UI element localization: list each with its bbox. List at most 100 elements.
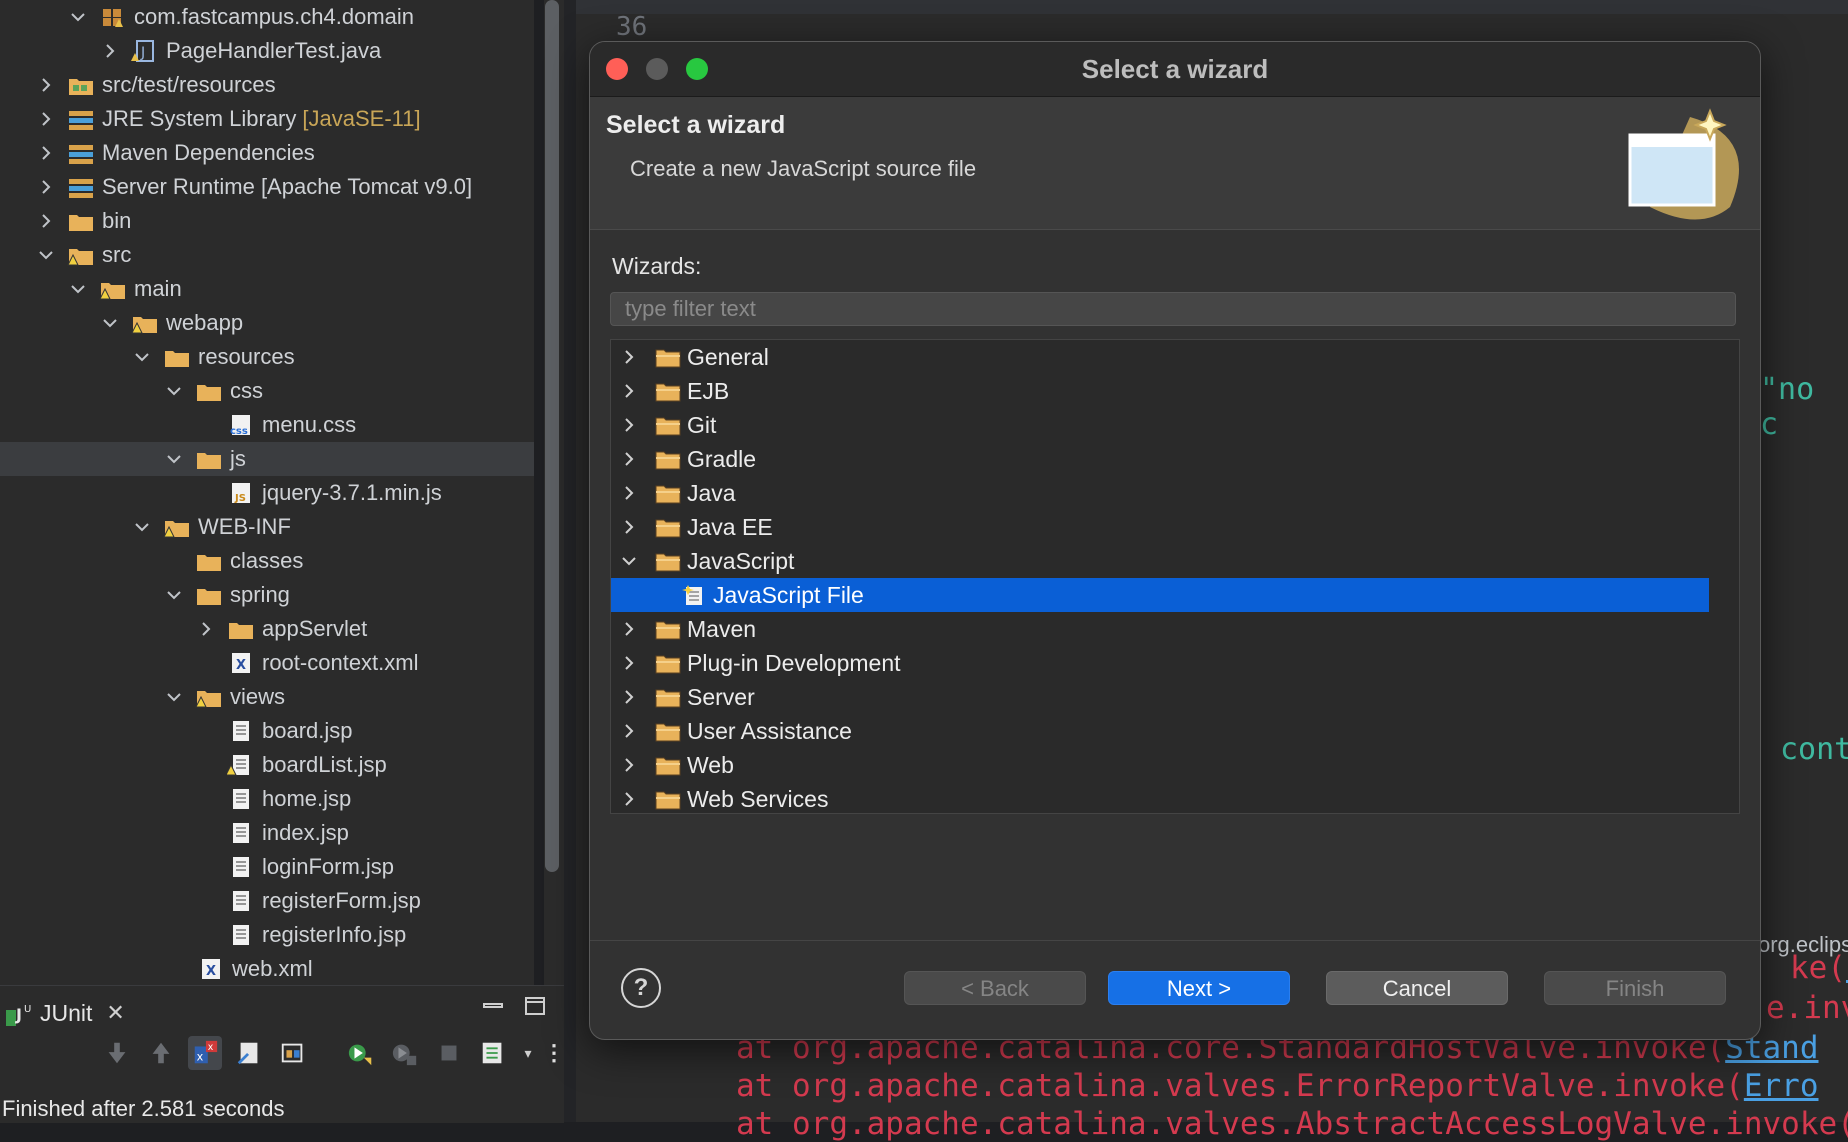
chevron-right-icon[interactable] bbox=[619, 687, 639, 707]
tree-item-library[interactable]: Maven Dependencies bbox=[0, 136, 534, 170]
close-icon[interactable]: ✕ bbox=[106, 1000, 124, 1026]
tab-junit[interactable]: JU JUnit ✕ bbox=[0, 994, 125, 1032]
history-icon[interactable] bbox=[476, 1036, 510, 1070]
chevron-down-icon[interactable] bbox=[36, 245, 56, 265]
wizard-category[interactable]: Plug-in Development bbox=[611, 646, 1709, 680]
chevron-down-icon[interactable] bbox=[164, 381, 184, 401]
previous-failure-icon[interactable] bbox=[144, 1036, 178, 1070]
tree-item-folder-selected[interactable]: js bbox=[0, 442, 534, 476]
chevron-right-icon[interactable] bbox=[619, 721, 639, 741]
tree-item-folder[interactable]: appServlet bbox=[0, 612, 534, 646]
minimize-icon[interactable] bbox=[482, 996, 504, 1016]
scroll-lock-icon[interactable] bbox=[232, 1036, 266, 1070]
tree-item-file[interactable]: JS jquery-3.7.1.min.js bbox=[0, 476, 534, 510]
tree-item-folder[interactable]: bin bbox=[0, 204, 534, 238]
chevron-right-icon[interactable] bbox=[196, 619, 216, 639]
tree-item-file[interactable]: registerInfo.jsp bbox=[0, 918, 534, 952]
chevron-down-icon[interactable] bbox=[164, 585, 184, 605]
tree-item-library[interactable]: Server Runtime [Apache Tomcat v9.0] bbox=[0, 170, 534, 204]
chevron-down-icon[interactable] bbox=[164, 449, 184, 469]
wizard-category[interactable]: User Assistance bbox=[611, 714, 1709, 748]
wizard-category[interactable]: Gradle bbox=[611, 442, 1709, 476]
tree-item-label: PageHandlerTest.java bbox=[166, 38, 382, 63]
wizard-category[interactable]: Web Services bbox=[611, 782, 1709, 813]
layout-icon[interactable] bbox=[276, 1036, 310, 1070]
console-link[interactable]: Erro bbox=[1744, 1068, 1819, 1104]
tree-item-file[interactable]: boardList.jsp bbox=[0, 748, 534, 782]
rerun-failed-icon[interactable] bbox=[388, 1036, 422, 1070]
chevron-right-icon[interactable] bbox=[619, 483, 639, 503]
chevron-down-icon[interactable] bbox=[100, 313, 120, 333]
chevron-down-icon[interactable] bbox=[68, 7, 88, 27]
rerun-icon[interactable] bbox=[344, 1036, 378, 1070]
tree-item-file[interactable]: registerForm.jsp bbox=[0, 884, 534, 918]
wizard-category[interactable]: Maven bbox=[611, 612, 1709, 646]
tree-item-folder[interactable]: classes bbox=[0, 544, 534, 578]
wizard-category[interactable]: Java EE bbox=[611, 510, 1709, 544]
explorer-scrollbar-thumb[interactable] bbox=[545, 0, 559, 872]
wizard-item-javascript-file[interactable]: JavaScript File bbox=[611, 578, 1709, 612]
tree-item-folder[interactable]: views bbox=[0, 680, 534, 714]
chevron-down-icon[interactable] bbox=[68, 279, 88, 299]
wizard-tree-scrollbar[interactable] bbox=[1739, 348, 1740, 746]
tree-item-folder[interactable]: src bbox=[0, 238, 534, 272]
history-dropdown-icon[interactable]: ▾ bbox=[520, 1036, 536, 1070]
chevron-down-icon[interactable] bbox=[164, 687, 184, 707]
chevron-down-icon[interactable] bbox=[619, 551, 639, 571]
tree-item-file[interactable]: index.jsp bbox=[0, 816, 534, 850]
chevron-right-icon[interactable] bbox=[619, 347, 639, 367]
chevron-right-icon[interactable] bbox=[619, 619, 639, 639]
tree-item-source-folder[interactable]: src/test/resources bbox=[0, 68, 534, 102]
chevron-right-icon[interactable] bbox=[36, 109, 56, 129]
chevron-right-icon[interactable] bbox=[100, 41, 120, 61]
tree-item-file[interactable]: X web.xml bbox=[0, 952, 534, 985]
wizard-category[interactable]: EJB bbox=[611, 374, 1709, 408]
next-failure-icon[interactable] bbox=[100, 1036, 134, 1070]
chevron-right-icon[interactable] bbox=[619, 415, 639, 435]
chevron-right-icon[interactable] bbox=[619, 517, 639, 537]
tree-item-folder[interactable]: spring bbox=[0, 578, 534, 612]
wizard-filter-input[interactable] bbox=[610, 292, 1736, 326]
tree-item-library[interactable]: JRE System Library [JavaSE-11] bbox=[0, 102, 534, 136]
wizard-category[interactable]: Server bbox=[611, 680, 1709, 714]
chevron-right-icon[interactable] bbox=[36, 75, 56, 95]
folder-icon bbox=[653, 514, 683, 540]
tree-item-folder[interactable]: webapp bbox=[0, 306, 534, 340]
chevron-right-icon[interactable] bbox=[619, 789, 639, 809]
stop-icon[interactable] bbox=[432, 1036, 466, 1070]
tree-item-file[interactable]: home.jsp bbox=[0, 782, 534, 816]
chevron-right-icon[interactable] bbox=[619, 381, 639, 401]
back-button[interactable]: < Back bbox=[904, 971, 1086, 1005]
chevron-right-icon[interactable] bbox=[619, 653, 639, 673]
chevron-right-icon[interactable] bbox=[619, 449, 639, 469]
maximize-icon[interactable] bbox=[524, 996, 546, 1016]
wizard-category[interactable]: Web bbox=[611, 748, 1709, 782]
tree-item-folder[interactable]: WEB-INF bbox=[0, 510, 534, 544]
wizard-category-expanded[interactable]: JavaScript bbox=[611, 544, 1709, 578]
next-button[interactable]: Next > bbox=[1108, 971, 1290, 1005]
tree-item-file[interactable]: css menu.css bbox=[0, 408, 534, 442]
finish-button[interactable]: Finish bbox=[1544, 971, 1726, 1005]
panel-divider[interactable] bbox=[564, 0, 576, 1122]
tree-item-folder[interactable]: main bbox=[0, 272, 534, 306]
tree-item-folder[interactable]: css bbox=[0, 374, 534, 408]
cancel-button[interactable]: Cancel bbox=[1326, 971, 1508, 1005]
wizard-category[interactable]: Git bbox=[611, 408, 1709, 442]
chevron-right-icon[interactable] bbox=[36, 211, 56, 231]
help-button[interactable]: ? bbox=[621, 968, 661, 1008]
chevron-down-icon[interactable] bbox=[132, 347, 152, 367]
tree-item-package[interactable]: com.fastcampus.ch4.domain bbox=[0, 0, 534, 34]
wizard-category[interactable]: General bbox=[611, 340, 1709, 374]
tree-item-file[interactable]: board.jsp bbox=[0, 714, 534, 748]
wizard-category[interactable]: Java bbox=[611, 476, 1709, 510]
chevron-down-icon[interactable] bbox=[132, 517, 152, 537]
tree-item-file[interactable]: X root-context.xml bbox=[0, 646, 534, 680]
tree-item-file[interactable]: loginForm.jsp bbox=[0, 850, 534, 884]
view-menu-icon[interactable]: ⋮ bbox=[543, 1036, 565, 1070]
tree-item-file[interactable]: J PageHandlerTest.java bbox=[0, 34, 534, 68]
tree-item-folder[interactable]: resources bbox=[0, 340, 534, 374]
chevron-right-icon[interactable] bbox=[36, 143, 56, 163]
chevron-right-icon[interactable] bbox=[619, 755, 639, 775]
show-failures-only-icon[interactable]: xx bbox=[188, 1036, 222, 1070]
chevron-right-icon[interactable] bbox=[36, 177, 56, 197]
